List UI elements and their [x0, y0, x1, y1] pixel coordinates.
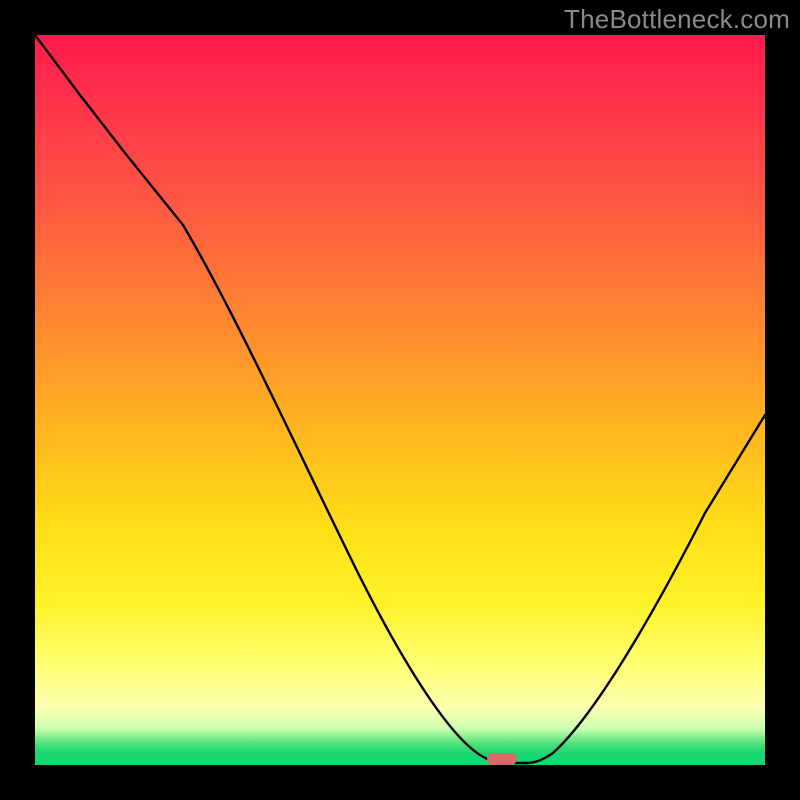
- watermark-text: TheBottleneck.com: [564, 4, 790, 35]
- curve-path: [35, 35, 765, 763]
- chart-frame: TheBottleneck.com: [0, 0, 800, 800]
- optimal-marker: [487, 753, 517, 765]
- bottleneck-curve: [35, 35, 765, 765]
- plot-area: [35, 35, 765, 765]
